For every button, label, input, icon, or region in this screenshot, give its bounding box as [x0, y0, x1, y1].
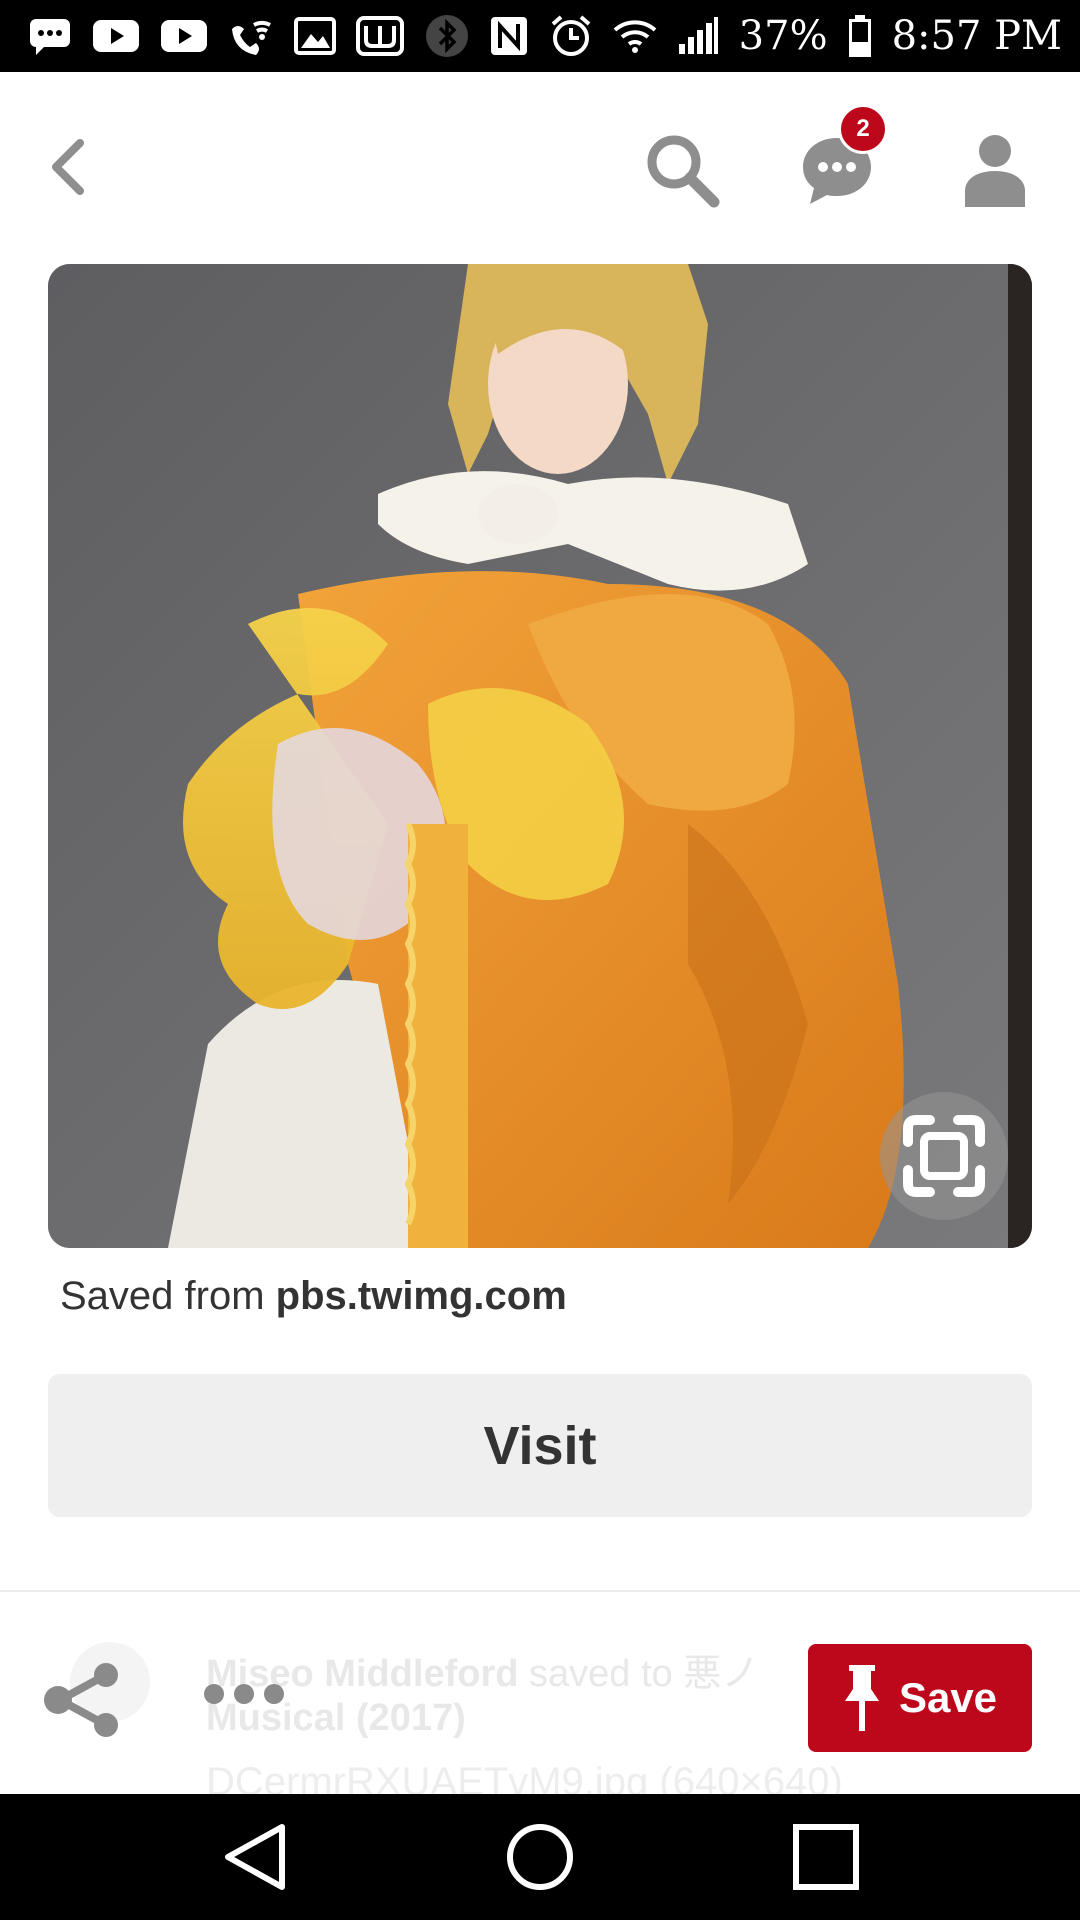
nav-home-button[interactable]	[470, 1794, 610, 1920]
battery-icon	[848, 14, 872, 58]
saved-from-domain-link[interactable]: pbs.twimg.com	[276, 1274, 567, 1318]
nav-back-icon	[225, 1824, 285, 1890]
signal-icon	[677, 14, 719, 58]
battery-percentage: 37%	[738, 13, 828, 59]
share-button[interactable]	[40, 1662, 124, 1743]
nav-recents-button[interactable]	[756, 1794, 896, 1920]
status-left-icons	[28, 14, 404, 58]
pin-header: 2	[0, 72, 1080, 262]
chevron-left-icon	[52, 139, 84, 195]
cosplay-photo	[48, 264, 1032, 1248]
messages-icon	[28, 14, 72, 58]
wifi-calling-icon	[228, 14, 274, 58]
saved-from-prefix: Saved from	[60, 1274, 276, 1318]
saver-attribution[interactable]: Miseo Middleford saved to 悪ノ Musical (20…	[206, 1652, 826, 1740]
nav-back-button[interactable]	[186, 1794, 326, 1920]
more-icon	[204, 1684, 224, 1704]
share-icon	[44, 1663, 118, 1737]
saved-from-text: Saved from pbs.twimg.com	[60, 1274, 567, 1319]
visual-search-button[interactable]	[880, 1092, 1008, 1220]
nav-recents-icon	[793, 1824, 859, 1890]
visual-search-icon	[903, 1115, 985, 1197]
visit-button[interactable]: Visit	[48, 1374, 1032, 1517]
notification-badge: 2	[838, 104, 888, 154]
wifi-icon	[613, 14, 657, 58]
nfc-icon	[489, 14, 529, 58]
pin-image[interactable]	[48, 264, 1032, 1248]
pin-action-bar: Miseo Middleford saved to 悪ノ Musical (20…	[0, 1592, 1080, 1794]
search-icon	[647, 135, 720, 208]
back-button[interactable]	[36, 132, 100, 202]
youtube-icon	[160, 14, 208, 58]
save-label: Save	[898, 1674, 998, 1721]
youtube-icon	[92, 14, 140, 58]
app-w-icon	[356, 14, 404, 58]
gallery-icon	[294, 14, 336, 58]
status-right-icons: 37% 8:57 PM	[425, 14, 1062, 58]
save-button[interactable]: Save	[808, 1644, 1032, 1752]
profile-button[interactable]	[960, 130, 1030, 210]
clock: 8:57 PM	[891, 13, 1062, 59]
status-bar: 37% 8:57 PM	[0, 0, 1080, 72]
messages-button[interactable]: 2	[800, 104, 888, 210]
pin-icon	[844, 1665, 879, 1731]
system-nav-bar	[0, 1794, 1080, 1920]
bluetooth-icon	[425, 14, 469, 58]
person-icon	[965, 135, 1025, 207]
nav-home-icon	[507, 1824, 573, 1890]
search-button[interactable]	[640, 128, 724, 212]
saved-to-text: saved to 悪ノ	[518, 1653, 760, 1695]
file-name: DCermrRXUAETvM9.jpg (640×640)	[206, 1760, 843, 1794]
more-button[interactable]	[204, 1684, 284, 1704]
alarm-icon	[549, 14, 593, 58]
